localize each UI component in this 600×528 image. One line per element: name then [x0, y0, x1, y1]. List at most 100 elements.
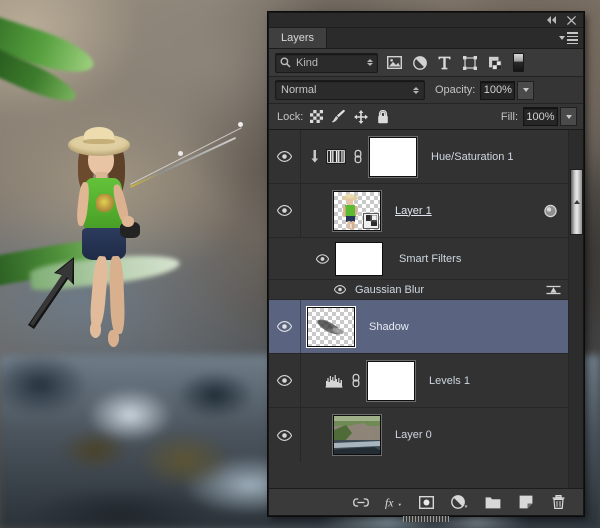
panel-tabbar: Layers	[269, 28, 583, 49]
new-layer-button[interactable]	[517, 494, 534, 511]
kind-spinner-icon[interactable]	[367, 59, 373, 66]
tab-layers-label: Layers	[281, 32, 315, 44]
lock-position-icon[interactable]	[352, 108, 369, 125]
mask-link-icon[interactable]	[347, 373, 365, 388]
blending-options-icon[interactable]	[546, 284, 561, 296]
leg	[108, 255, 126, 335]
fill-input[interactable]: 100%	[523, 107, 558, 126]
panel-titlebar	[269, 13, 583, 28]
smart-filter-name[interactable]: Gaussian Blur	[355, 284, 424, 296]
link-layers-button[interactable]	[352, 494, 369, 511]
eye-icon	[277, 321, 292, 332]
filter-adjustment-layers-icon[interactable]	[411, 54, 428, 71]
shirt-graphic	[96, 194, 114, 214]
lock-row: Lock: Fill: 100%	[269, 104, 583, 130]
layer-name[interactable]: Levels 1	[429, 375, 470, 387]
add-layer-mask-button[interactable]	[418, 494, 435, 511]
tabbar-filler	[327, 28, 583, 48]
layers-panel[interactable]: Layers Kind Normal Opacity: 100% Lock: F…	[268, 12, 584, 522]
filter-type-layers-icon[interactable]	[436, 54, 453, 71]
leg	[88, 255, 110, 329]
eye-icon	[315, 253, 329, 264]
eye-icon	[277, 205, 292, 216]
hue-saturation-icon	[323, 149, 349, 164]
filter-kind-label: Kind	[296, 56, 319, 69]
filter-enable-toggle[interactable]	[513, 53, 524, 72]
new-adjustment-layer-button[interactable]	[451, 494, 468, 511]
layer-row-layer-1[interactable]: Layer 1	[269, 184, 583, 238]
layer-mask-thumbnail[interactable]	[367, 360, 415, 401]
blend-mode-spinner-icon[interactable]	[413, 86, 419, 94]
girl-fishing-subject	[60, 122, 243, 370]
layer-list-scrollbar[interactable]	[568, 130, 583, 488]
layer-effects-toggle-icon[interactable]	[544, 204, 557, 217]
panel-resize-grip[interactable]	[403, 516, 449, 522]
opacity-input[interactable]: 100%	[480, 80, 516, 100]
eye-icon	[334, 285, 346, 294]
layer-visibility-toggle[interactable]	[269, 130, 301, 183]
chevron-down-icon	[559, 36, 565, 41]
smart-object-badge	[363, 212, 379, 229]
layer-filter-row: Kind	[269, 49, 583, 77]
layer-visibility-toggle[interactable]	[269, 354, 301, 407]
scrollbar-thumb-marker	[573, 200, 580, 204]
lock-all-icon[interactable]	[374, 108, 391, 125]
panel-menu-icon[interactable]	[559, 32, 578, 45]
filter-kind-select[interactable]: Kind	[275, 52, 378, 73]
smart-filters-row[interactable]: Smart Filters	[269, 238, 583, 280]
eye-icon	[277, 151, 292, 162]
layer-name[interactable]: Shadow	[369, 321, 409, 333]
smart-filter-row-gaussian-blur[interactable]: Gaussian Blur	[269, 280, 583, 300]
straw-hat-band	[83, 139, 115, 144]
filter-pixel-layers-icon[interactable]	[386, 54, 403, 71]
layer-name[interactable]: Layer 1	[395, 205, 432, 217]
foot	[108, 330, 119, 347]
smart-filter-mask-thumbnail[interactable]	[335, 241, 383, 276]
search-icon	[280, 57, 291, 68]
layer-row-levels[interactable]: Levels 1	[269, 354, 583, 408]
layer-visibility-toggle[interactable]	[269, 184, 301, 237]
lock-label: Lock:	[277, 110, 304, 123]
delete-layer-button[interactable]	[550, 494, 567, 511]
layer-thumbnail[interactable]	[333, 190, 381, 231]
blend-mode-select[interactable]: Normal	[275, 80, 425, 100]
fill-dropdown-arrow[interactable]	[560, 107, 577, 126]
foot	[90, 322, 101, 338]
levels-icon	[321, 374, 347, 388]
lock-transparent-pixels-icon[interactable]	[308, 108, 325, 125]
opacity-label: Opacity:	[435, 84, 476, 96]
layer-mask-thumbnail[interactable]	[369, 136, 417, 177]
collapse-icon[interactable]	[546, 15, 557, 25]
opacity-dropdown-arrow[interactable]	[517, 80, 535, 100]
layer-name[interactable]: Hue/Saturation 1	[431, 151, 514, 163]
svg-text:fx: fx	[385, 496, 394, 509]
mask-link-icon[interactable]	[349, 149, 367, 164]
layer-row-hue-saturation[interactable]: Hue/Saturation 1	[269, 130, 583, 184]
layer-visibility-toggle[interactable]	[269, 300, 301, 353]
hamburger-icon	[567, 32, 578, 45]
scrollbar-thumb[interactable]	[570, 169, 583, 235]
smart-filters-visibility-toggle[interactable]	[311, 253, 333, 264]
opacity-value: 100%	[483, 84, 512, 96]
layer-name[interactable]: Layer 0	[395, 429, 432, 441]
layer-list[interactable]: Hue/Saturation 1 Layer 1 Smart Filters G…	[269, 130, 583, 488]
filter-shape-layers-icon[interactable]	[461, 54, 478, 71]
line-bead	[238, 122, 243, 127]
smart-filter-visibility-toggle[interactable]	[331, 285, 349, 294]
fill-value: 100%	[526, 110, 555, 123]
eye-icon	[277, 429, 292, 441]
blend-mode-value: Normal	[281, 84, 317, 96]
lock-image-pixels-icon[interactable]	[330, 108, 347, 125]
layer-visibility-toggle[interactable]	[269, 408, 301, 462]
tab-layers[interactable]: Layers	[269, 28, 328, 48]
filter-smart-objects-icon[interactable]	[486, 54, 503, 71]
line-bead	[178, 151, 183, 156]
close-icon[interactable]	[566, 15, 577, 25]
new-group-button[interactable]	[484, 494, 501, 511]
layer-row-layer-0[interactable]: Layer 0	[269, 408, 583, 462]
layer-thumbnail[interactable]	[333, 415, 381, 455]
layer-row-shadow[interactable]: Shadow	[269, 300, 583, 354]
layer-style-fx-button[interactable]: fx	[385, 494, 402, 511]
eye-icon	[277, 375, 292, 386]
layer-thumbnail[interactable]	[307, 306, 355, 347]
